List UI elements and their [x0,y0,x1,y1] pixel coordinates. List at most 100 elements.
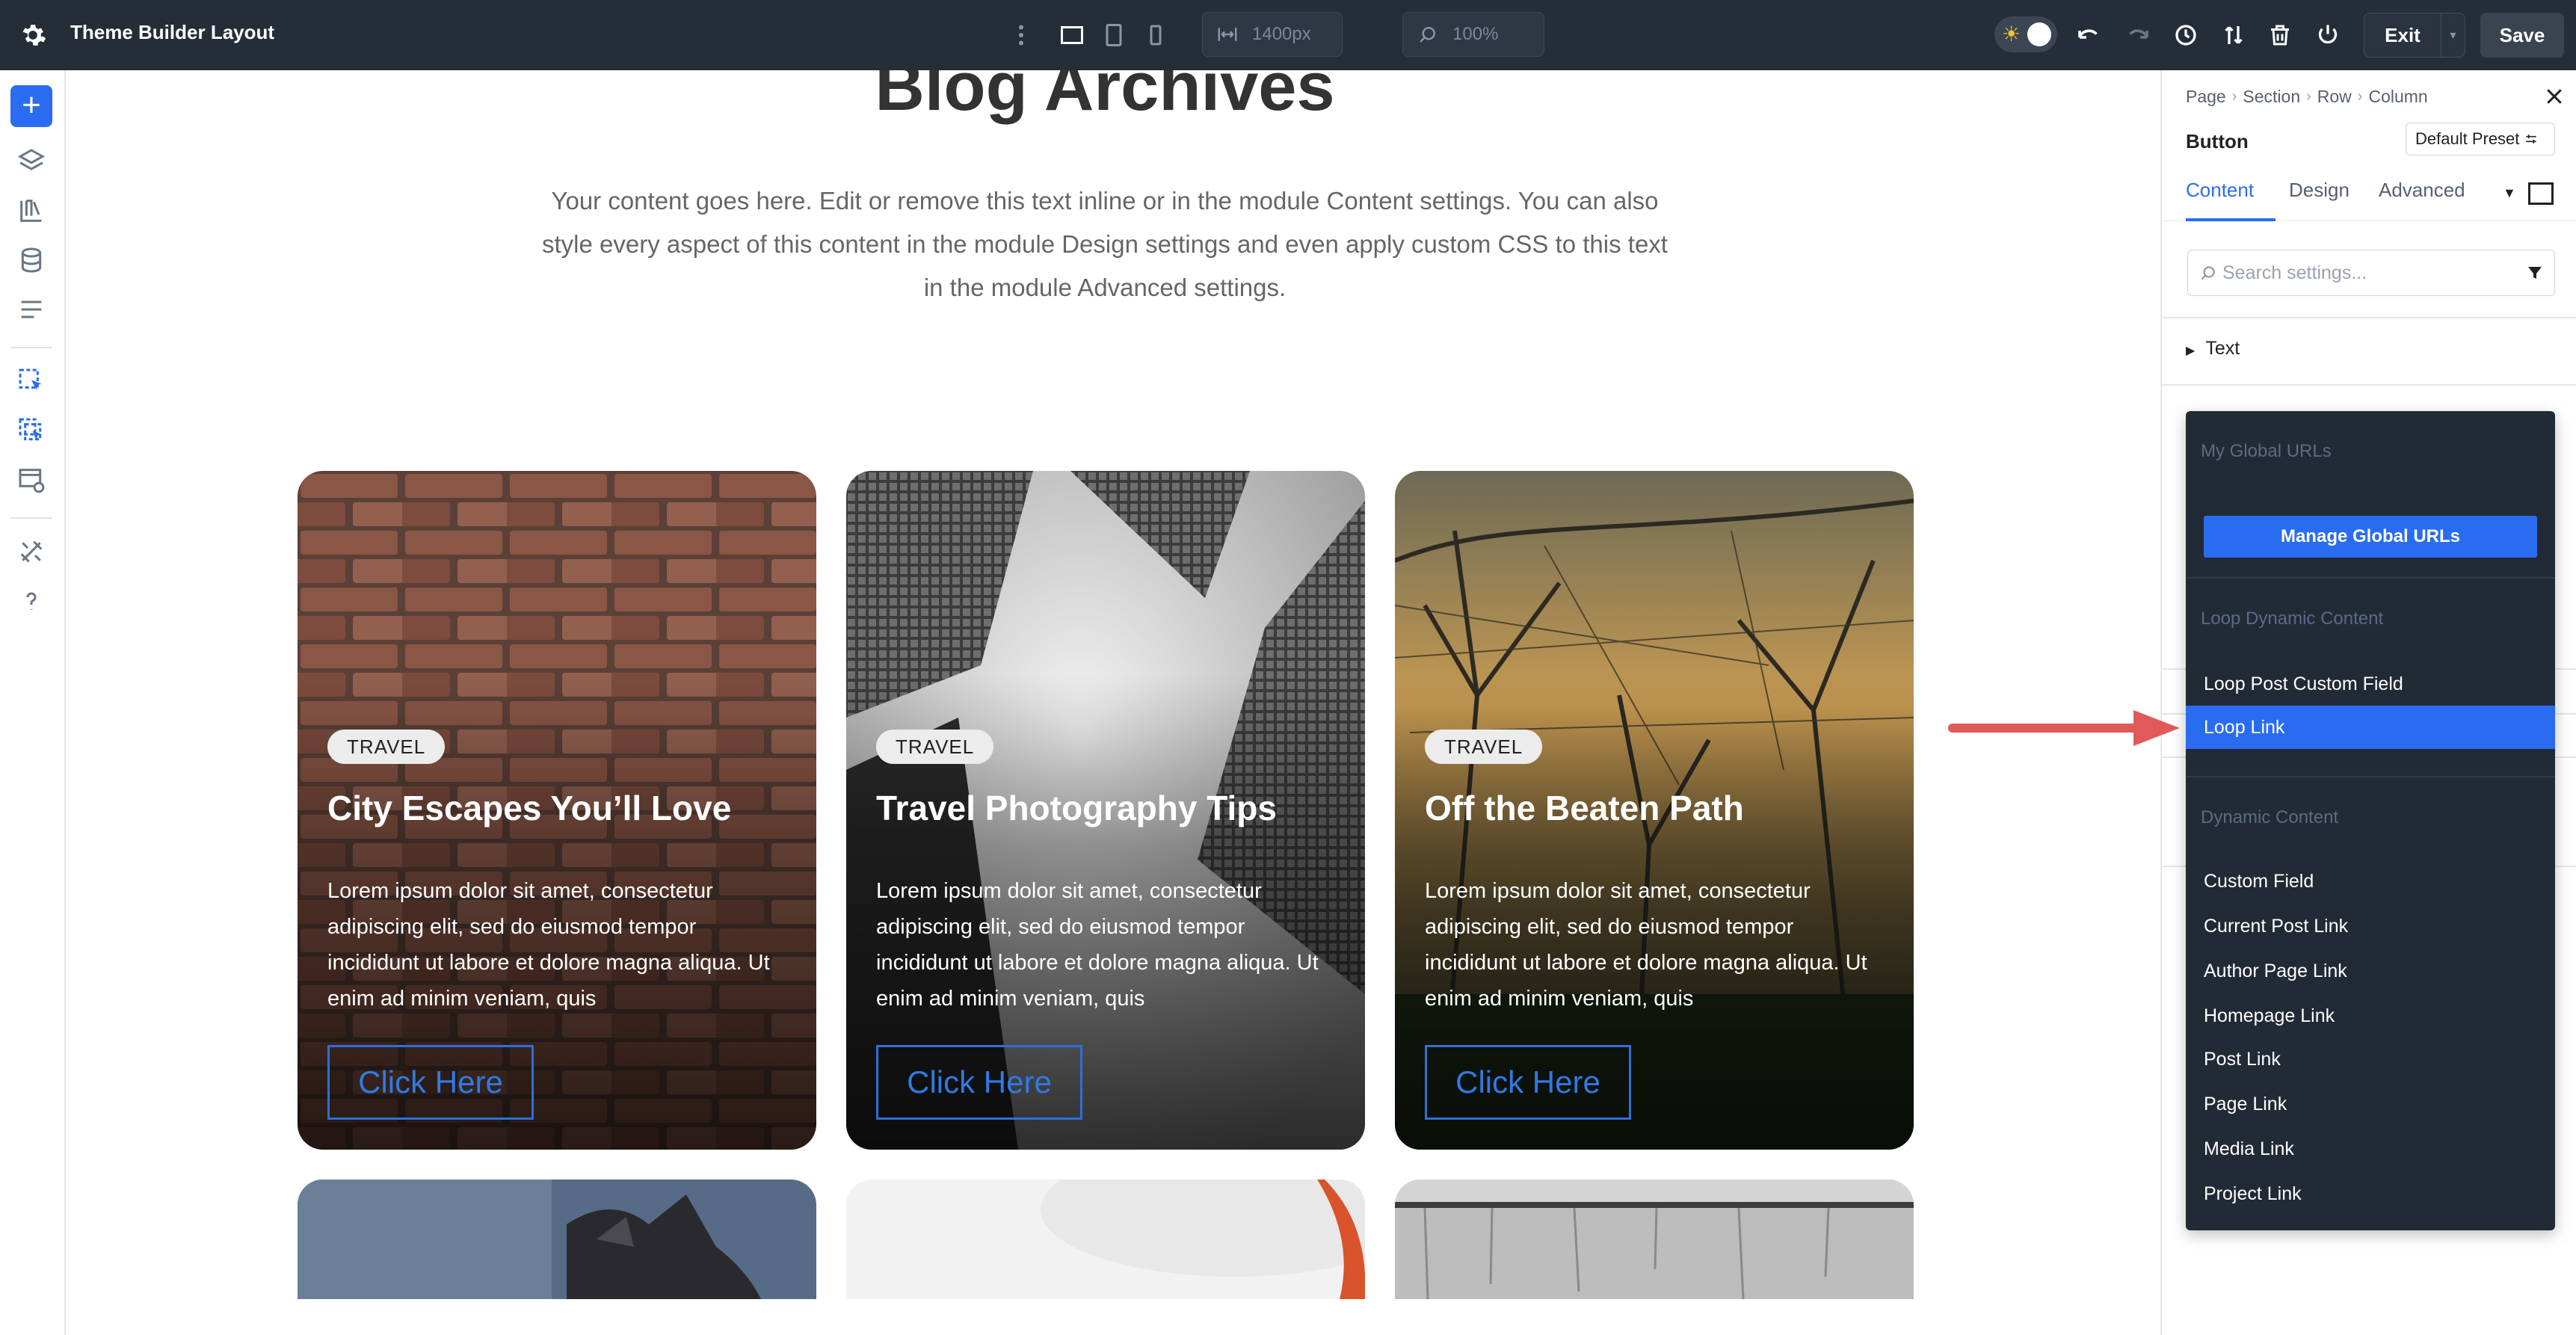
media-link-option[interactable]: Media Link [2186,1127,2555,1171]
dynamic-content-dropdown: My Global URLs Manage Global URLs Loop D… [2186,411,2555,1230]
breadcrumb-page[interactable]: Page [2186,87,2226,107]
card-image-abstract [846,1180,1365,1299]
post-link-option[interactable]: Post Link [2186,1038,2555,1081]
add-module-button[interactable]: + [10,85,52,127]
toolbar-divider [10,347,52,348]
tab-design[interactable]: Design [2289,175,2349,221]
tools-icon[interactable] [15,535,48,568]
blog-card[interactable]: TRAVEL Travel Photography Tips Lorem ips… [846,471,1365,1150]
category-badge: TRAVEL [327,730,446,764]
layers-icon[interactable] [15,145,48,178]
sun-icon: ☀ [2002,22,2021,46]
dropdown-divider [2186,577,2555,579]
power-icon[interactable] [2313,20,2343,50]
card-excerpt: Lorem ipsum dolor sit amet, consectetur … [1425,879,1867,1011]
category-badge: TRAVEL [876,730,994,764]
canvas-width-value: 1400px [1252,24,1311,44]
tab-advanced[interactable]: Advanced [2379,175,2465,221]
left-toolbar: + [0,70,66,1335]
blog-card[interactable]: TRAVEL City Escapes You’ll Love Lorem ip… [298,471,816,1150]
breadcrumb-column[interactable]: Column [2368,87,2427,107]
gear-icon[interactable] [18,20,48,50]
chevron-right-icon: › [2306,88,2311,105]
blog-card[interactable] [846,1180,1365,1299]
breadcrumb-row[interactable]: Row [2317,87,2352,107]
pointer-select-icon[interactable] [15,365,48,398]
breadcrumb-section[interactable]: Section [2243,87,2300,107]
top-toolbar: Theme Builder Layout 1400px 100% ☀ Exit [0,0,2576,70]
redo-icon[interactable] [2123,20,2153,50]
zoom-field[interactable]: 100% [1402,12,1544,57]
width-icon [1218,28,1237,41]
loop-dynamic-content-header: Loop Dynamic Content [2201,608,2384,629]
author-page-link-option[interactable]: Author Page Link [2186,949,2555,993]
help-icon[interactable] [15,585,48,617]
toolbar-divider [10,517,52,519]
trash-icon[interactable] [2265,20,2295,50]
card-image-cat [298,1180,816,1299]
library-icon[interactable] [15,194,48,227]
card-image-weathered-wall [1395,1180,1914,1299]
card-title[interactable]: City Escapes You’ll Love [327,788,731,828]
preset-label: Default Preset [2415,129,2520,148]
click-here-button[interactable]: Click Here [1425,1045,1631,1120]
multi-select-icon[interactable] [15,414,48,447]
blog-card[interactable] [1395,1180,1914,1299]
card-excerpt: Lorem ipsum dolor sit amet, consectetur … [876,879,1319,1011]
database-icon[interactable] [15,244,48,277]
custom-field-option[interactable]: Custom Field [2186,860,2555,903]
blog-card[interactable]: TRAVEL Off the Beaten Path Lorem ipsum d… [1395,471,1914,1150]
filter-icon[interactable] [2526,264,2544,282]
project-link-option[interactable]: Project Link [2186,1172,2555,1215]
manage-global-urls-button[interactable]: Manage Global URLs [2204,516,2537,558]
text-settings-group[interactable]: ▶ Text [2186,338,2240,360]
current-post-link-option[interactable]: Current Post Link [2186,904,2555,948]
click-here-button[interactable]: Click Here [876,1045,1082,1120]
caret-right-icon: ▶ [2186,345,2196,357]
preset-options-icon [2526,135,2537,144]
category-badge: TRAVEL [1425,730,1543,764]
search-settings-input[interactable]: Search settings... [2187,250,2555,296]
intro-text[interactable]: Your content goes here. Edit or remove t… [538,179,1671,309]
phone-view-icon[interactable] [1141,20,1171,50]
loop-link-option[interactable]: Loop Link [2186,706,2555,749]
card-title[interactable]: Travel Photography Tips [876,788,1277,828]
card-title[interactable]: Off the Beaten Path [1425,788,1744,828]
zoom-value: 100% [1452,24,1499,44]
close-icon[interactable] [2543,85,2566,108]
tab-content[interactable]: Content [2186,175,2275,221]
desktop-view-icon[interactable] [1057,20,1087,50]
canvas-width-field[interactable]: 1400px [1202,12,1343,57]
panel-divider [2162,317,2576,318]
save-button[interactable]: Save [2480,13,2564,58]
history-icon[interactable] [2171,20,2201,50]
builder-canvas[interactable]: Blog Archives Your content goes here. Ed… [67,70,2160,1335]
loop-post-custom-field-option[interactable]: Loop Post Custom Field [2186,662,2555,706]
search-placeholder: Search settings... [2222,262,2367,283]
page-link-option[interactable]: Page Link [2186,1082,2555,1126]
tablet-view-icon[interactable] [1099,20,1129,50]
page-title: Theme Builder Layout [70,21,275,43]
annotation-arrow-icon [1948,710,2180,746]
click-here-button[interactable]: Click Here [327,1045,534,1120]
text-group-label: Text [2205,338,2240,359]
undo-icon[interactable] [2074,20,2104,50]
page-settings-icon[interactable] [15,463,48,496]
caret-down-icon[interactable]: ▼ [2503,185,2516,201]
chevron-right-icon: › [2231,88,2237,105]
exit-button[interactable]: Exit [2364,13,2441,58]
dropdown-divider [2186,776,2555,777]
homepage-link-option[interactable]: Homepage Link [2186,994,2555,1038]
more-vertical-icon[interactable] [1014,20,1029,50]
chevron-right-icon: › [2357,88,2363,105]
exit-dropdown-icon[interactable]: ▾ [2441,13,2465,58]
global-urls-header: My Global URLs [2201,441,2332,461]
desktop-preview-icon[interactable] [2528,182,2554,205]
preset-selector[interactable]: Default Preset [2406,123,2555,155]
theme-toggle[interactable]: ☀ [1994,16,2057,52]
portability-icon[interactable] [2219,20,2249,50]
blog-archives-heading[interactable]: Blog Archives [67,70,2142,126]
settings-tabs: Content Design Advanced ▼ [2162,175,2576,221]
settings-sliders-icon[interactable] [15,293,48,326]
blog-card[interactable] [298,1180,816,1299]
